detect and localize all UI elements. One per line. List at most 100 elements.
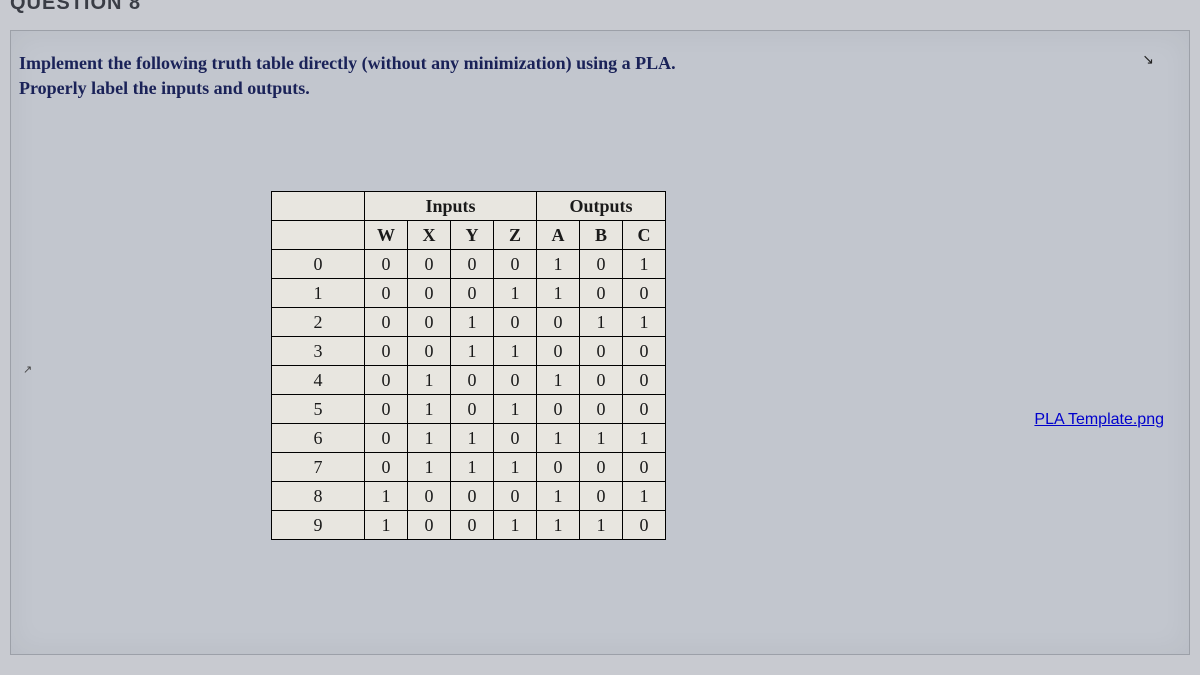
cell-Y: 1: [451, 308, 494, 337]
cell-idx: 8: [272, 482, 365, 511]
cell-C: 0: [623, 366, 666, 395]
col-X: X: [408, 221, 451, 250]
cell-A: 0: [537, 453, 580, 482]
cell-idx: 1: [272, 279, 365, 308]
cell-W: 0: [365, 424, 408, 453]
cell-X: 1: [408, 424, 451, 453]
inputs-group-header: Inputs: [365, 192, 537, 221]
col-Y: Y: [451, 221, 494, 250]
cell-Y: 0: [451, 279, 494, 308]
cell-idx: 6: [272, 424, 365, 453]
question-header: QUESTION 8: [10, 0, 141, 15]
pla-template-link[interactable]: PLA Template.png: [1034, 411, 1164, 429]
cell-W: 1: [365, 482, 408, 511]
table-row: 8 1 0 0 0 1 0 1: [272, 482, 666, 511]
table-row: 5 0 1 0 1 0 0 0: [272, 395, 666, 424]
cell-A: 1: [537, 424, 580, 453]
col-idx: [272, 221, 365, 250]
cell-X: 1: [408, 453, 451, 482]
outputs-group-header: Outputs: [537, 192, 666, 221]
cell-B: 0: [580, 482, 623, 511]
col-C: C: [623, 221, 666, 250]
cell-X: 0: [408, 511, 451, 540]
cell-C: 0: [623, 279, 666, 308]
cell-Y: 0: [451, 395, 494, 424]
cell-W: 0: [365, 337, 408, 366]
cell-X: 0: [408, 279, 451, 308]
cell-B: 0: [580, 395, 623, 424]
instructions-text: Implement the following truth table dire…: [19, 51, 676, 101]
col-B: B: [580, 221, 623, 250]
cell-B: 1: [580, 308, 623, 337]
cell-A: 0: [537, 395, 580, 424]
table-row: 7 0 1 1 1 0 0 0: [272, 453, 666, 482]
truth-table: Inputs Outputs W X Y Z A B C 0 0 0 0 0 1…: [271, 191, 666, 540]
cell-C: 0: [623, 337, 666, 366]
cell-A: 0: [537, 308, 580, 337]
cell-X: 0: [408, 308, 451, 337]
instruction-line-1: Implement the following truth table dire…: [19, 53, 676, 73]
cell-C: 1: [623, 250, 666, 279]
cell-W: 0: [365, 250, 408, 279]
table-row: 6 0 1 1 0 1 1 1: [272, 424, 666, 453]
cell-B: 0: [580, 279, 623, 308]
cell-Z: 0: [494, 250, 537, 279]
cell-C: 0: [623, 511, 666, 540]
cell-X: 1: [408, 395, 451, 424]
cell-Y: 0: [451, 511, 494, 540]
cell-Y: 0: [451, 250, 494, 279]
cell-C: 0: [623, 395, 666, 424]
cell-A: 1: [537, 250, 580, 279]
cell-idx: 0: [272, 250, 365, 279]
cell-Z: 1: [494, 453, 537, 482]
cell-X: 0: [408, 337, 451, 366]
cell-Y: 1: [451, 337, 494, 366]
cell-B: 0: [580, 453, 623, 482]
cell-W: 0: [365, 279, 408, 308]
table-row: 9 1 0 0 1 1 1 0: [272, 511, 666, 540]
cell-Y: 0: [451, 366, 494, 395]
cell-B: 1: [580, 511, 623, 540]
cell-Z: 0: [494, 366, 537, 395]
col-W: W: [365, 221, 408, 250]
cell-Y: 0: [451, 482, 494, 511]
table-row: 2 0 0 1 0 0 1 1: [272, 308, 666, 337]
cell-B: 0: [580, 250, 623, 279]
cell-W: 0: [365, 308, 408, 337]
cell-A: 1: [537, 511, 580, 540]
content-panel: ↘ ↗ Implement the following truth table …: [10, 30, 1190, 655]
cell-X: 0: [408, 482, 451, 511]
cell-idx: 4: [272, 366, 365, 395]
cell-idx: 2: [272, 308, 365, 337]
cell-X: 0: [408, 250, 451, 279]
cell-Z: 0: [494, 482, 537, 511]
cell-Z: 1: [494, 279, 537, 308]
cell-B: 0: [580, 366, 623, 395]
cell-A: 1: [537, 279, 580, 308]
col-A: A: [537, 221, 580, 250]
cell-idx: 3: [272, 337, 365, 366]
cell-C: 0: [623, 453, 666, 482]
cell-idx: 7: [272, 453, 365, 482]
cell-B: 1: [580, 424, 623, 453]
table-row: 0 0 0 0 0 1 0 1: [272, 250, 666, 279]
cell-Z: 0: [494, 424, 537, 453]
cell-Z: 1: [494, 511, 537, 540]
cell-A: 1: [537, 366, 580, 395]
table-col-headers: W X Y Z A B C: [272, 221, 666, 250]
cell-Y: 1: [451, 453, 494, 482]
cell-A: 1: [537, 482, 580, 511]
cell-Z: 1: [494, 337, 537, 366]
col-Z: Z: [494, 221, 537, 250]
cell-B: 0: [580, 337, 623, 366]
cell-Z: 0: [494, 308, 537, 337]
cursor-icon: ↘: [1142, 51, 1154, 68]
cell-Y: 1: [451, 424, 494, 453]
cell-C: 1: [623, 308, 666, 337]
cell-idx: 9: [272, 511, 365, 540]
instruction-line-2: Properly label the inputs and outputs.: [19, 78, 310, 98]
cell-idx: 5: [272, 395, 365, 424]
cell-X: 1: [408, 366, 451, 395]
table-row: 3 0 0 1 1 0 0 0: [272, 337, 666, 366]
cell-Z: 1: [494, 395, 537, 424]
